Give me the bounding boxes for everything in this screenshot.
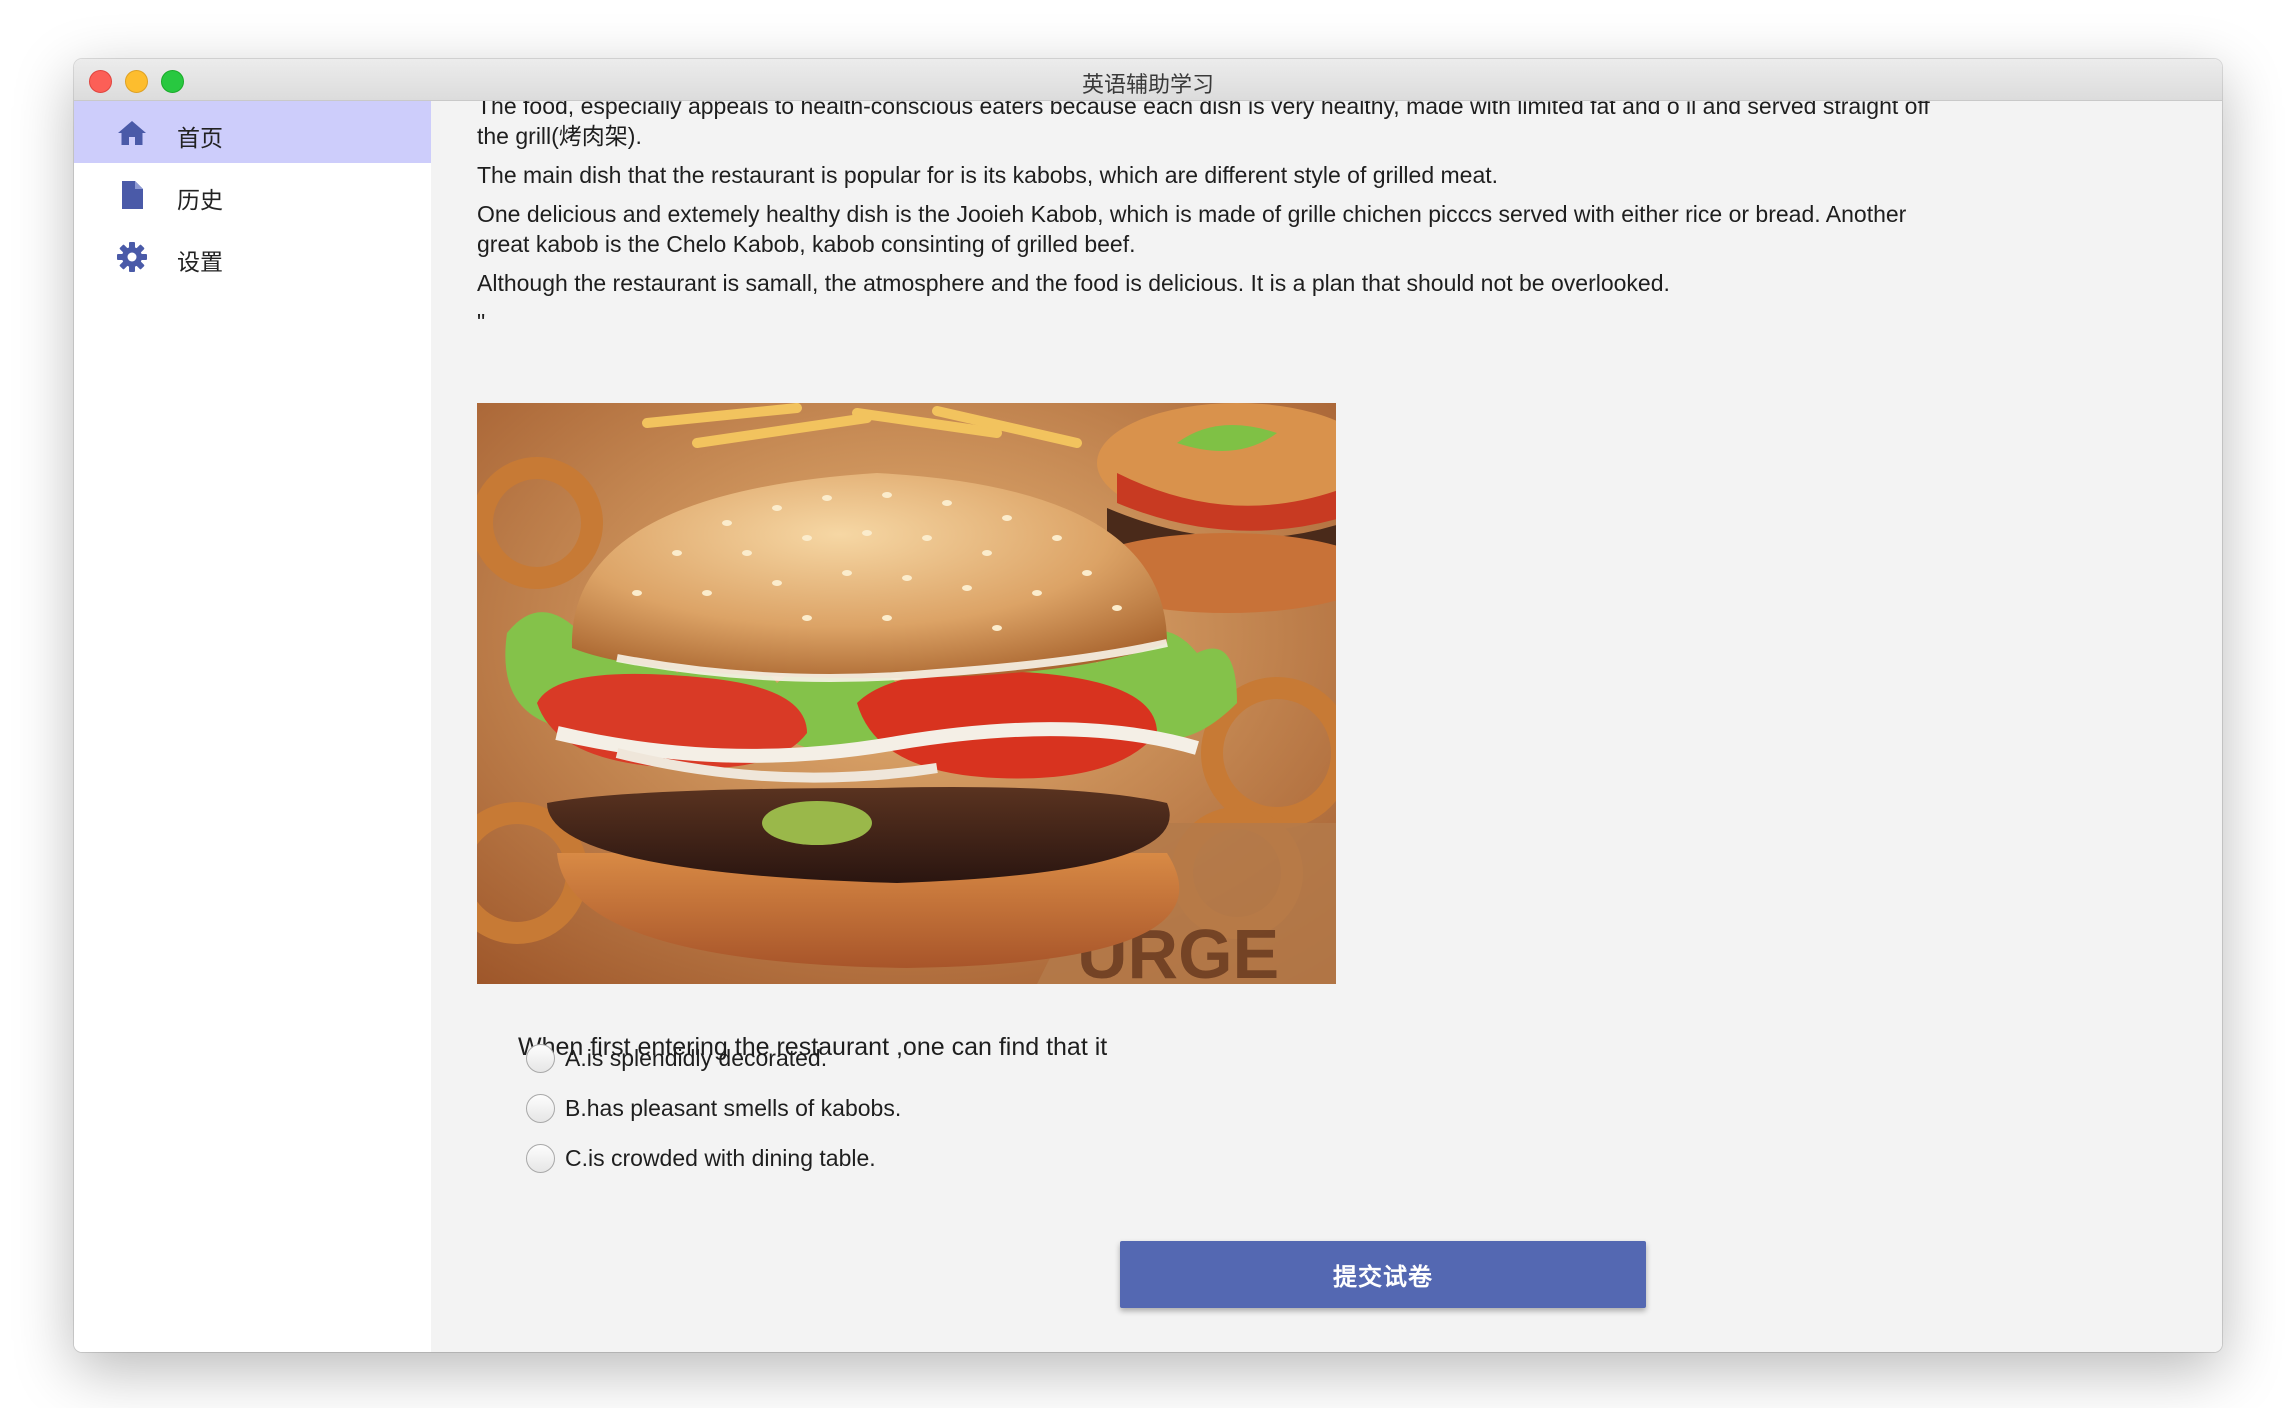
sidebar-item-label: 历史 (177, 187, 223, 213)
burger-image: URGE (477, 403, 1336, 984)
radio-button[interactable] (526, 1093, 555, 1123)
app-window: 英语辅助学习 首页 历史 设置 The food, especially app… (74, 59, 2222, 1352)
sidebar-item-label: 首页 (177, 125, 223, 151)
home-icon (116, 117, 148, 149)
answer-option-c[interactable]: C.is crowded with dining table. (526, 1140, 876, 1176)
document-icon (116, 179, 148, 211)
option-label: A.is splendidly decorated. (565, 1044, 828, 1071)
sidebar-item-home[interactable]: 首页 (74, 101, 431, 163)
passage-paragraph: The food, especially appeals to health-c… (477, 101, 1930, 149)
submit-exam-button[interactable]: 提交试卷 (1120, 1241, 1646, 1308)
option-label: C.is crowded with dining table. (565, 1144, 876, 1171)
radio-button[interactable] (526, 1043, 555, 1073)
passage-paragraph: One delicious and extemely healthy dish … (477, 201, 1907, 257)
answer-option-b[interactable]: B.has pleasant smells of kabobs. (526, 1090, 901, 1126)
passage-paragraph: The main dish that the restaurant is pop… (477, 162, 1499, 188)
reading-passage: The food, especially appeals to health-c… (477, 101, 1957, 346)
passage-paragraph: Although the restaurant is samall, the a… (477, 270, 1670, 296)
option-label: B.has pleasant smells of kabobs. (565, 1094, 902, 1121)
answer-option-a[interactable]: A.is splendidly decorated. (526, 1040, 827, 1076)
radio-button[interactable] (526, 1143, 555, 1173)
title-bar[interactable]: 英语辅助学习 (74, 59, 2222, 101)
window-title: 英语辅助学习 (1081, 72, 1214, 97)
sidebar-item-label: 设置 (177, 249, 223, 275)
quiz-scroll-area[interactable]: The food, especially appeals to health-c… (431, 101, 2222, 1211)
main-content: The food, especially appeals to health-c… (431, 101, 2222, 1352)
closing-quote: " (477, 309, 486, 335)
gear-icon (116, 241, 148, 273)
sidebar: 首页 历史 设置 (74, 101, 431, 1352)
sidebar-item-history[interactable]: 历史 (74, 163, 431, 225)
sidebar-item-settings[interactable]: 设置 (74, 225, 431, 287)
